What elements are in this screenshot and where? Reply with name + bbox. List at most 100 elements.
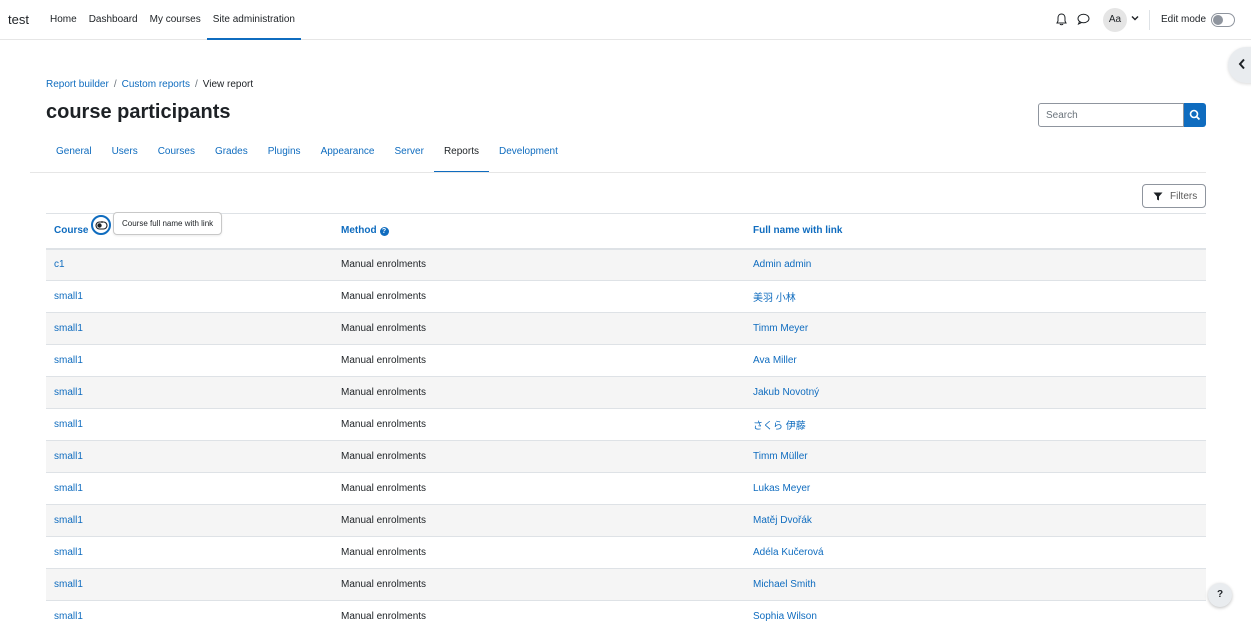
course-cell: small1 [46, 312, 333, 345]
fullname-cell: Lukas Meyer [745, 472, 1206, 505]
course-link[interactable]: small1 [54, 419, 83, 430]
tab-server[interactable]: Server [385, 132, 434, 173]
course-link[interactable]: small1 [54, 579, 83, 590]
user-avatar[interactable]: Aa [1103, 8, 1127, 32]
method-cell: Manual enrolments [333, 248, 745, 281]
top-navbar: test Home Dashboard My courses Site admi… [0, 0, 1251, 40]
column-header-course[interactable]: Course Course full name with link [46, 212, 333, 250]
tab-development[interactable]: Development [489, 132, 568, 173]
method-cell: Manual enrolments [333, 408, 745, 441]
table-row: c1 Manual enrolments Admin admin [46, 248, 1206, 281]
open-block-drawer-button[interactable] [1228, 47, 1251, 83]
filter-funnel-icon [1153, 192, 1163, 201]
user-fullname-link[interactable]: Matěj Dvořák [753, 515, 812, 526]
method-cell: Manual enrolments [333, 376, 745, 409]
fullname-cell: 美羽 小林 [745, 280, 1206, 313]
user-fullname-link[interactable]: Admin admin [753, 259, 811, 270]
user-fullname-link[interactable]: Sophia Wilson [753, 611, 817, 622]
help-button[interactable]: ? [1208, 583, 1232, 607]
course-cell: small1 [46, 536, 333, 569]
breadcrumb-report-builder[interactable]: Report builder [46, 79, 109, 90]
course-cell: small1 [46, 600, 333, 625]
tab-general[interactable]: General [46, 132, 102, 173]
tab-courses[interactable]: Courses [148, 132, 205, 173]
course-link[interactable]: small1 [54, 323, 83, 334]
course-link[interactable]: small1 [54, 451, 83, 462]
user-fullname-link[interactable]: Ava Miller [753, 355, 797, 366]
user-fullname-link[interactable]: 美羽 小林 [753, 293, 796, 304]
method-cell: Manual enrolments [333, 472, 745, 505]
column-toggle-icon[interactable] [91, 215, 111, 236]
fullname-cell: Ava Miller [745, 344, 1206, 377]
fullname-cell: Timm Müller [745, 440, 1206, 473]
user-menu-chevron-down-icon[interactable] [1131, 14, 1139, 25]
fullname-cell: Matěj Dvořák [745, 504, 1206, 537]
nav-dashboard[interactable]: Dashboard [83, 0, 144, 40]
course-link[interactable]: small1 [54, 355, 83, 366]
tab-appearance[interactable]: Appearance [311, 132, 385, 173]
primary-nav: Home Dashboard My courses Site administr… [44, 0, 301, 40]
course-link[interactable]: small1 [54, 483, 83, 494]
toggle-knob [1213, 15, 1223, 25]
table-row: small1 Manual enrolments 美羽 小林 [46, 280, 1206, 313]
course-header-tooltip: Course full name with link [113, 212, 223, 236]
method-cell: Manual enrolments [333, 568, 745, 601]
method-cell: Manual enrolments [333, 344, 745, 377]
site-name[interactable]: test [8, 12, 29, 27]
course-link[interactable]: small1 [54, 611, 83, 622]
course-link[interactable]: small1 [54, 291, 83, 302]
filters-button[interactable]: Filters [1142, 184, 1206, 208]
user-fullname-link[interactable]: さくら 伊藤 [753, 421, 806, 432]
table-row: small1 Manual enrolments Matěj Dvořák [46, 504, 1206, 537]
method-cell: Manual enrolments [333, 536, 745, 569]
course-cell: small1 [46, 504, 333, 537]
course-cell: small1 [46, 280, 333, 313]
user-fullname-link[interactable]: Adéla Kučerová [753, 547, 824, 558]
column-header-fullname[interactable]: Full name with link [745, 213, 1206, 250]
nav-site-administration[interactable]: Site administration [206, 0, 301, 40]
search-input[interactable] [1038, 103, 1184, 127]
help-icon[interactable]: ? [379, 227, 389, 237]
table-row: small1 Manual enrolments Timm Müller [46, 440, 1206, 473]
course-cell: small1 [46, 344, 333, 377]
fullname-cell: Sophia Wilson [745, 600, 1206, 625]
course-link[interactable]: small1 [54, 515, 83, 526]
fullname-header-label[interactable]: Full name with link [753, 225, 842, 236]
nav-home[interactable]: Home [44, 0, 83, 40]
table-row: small1 Manual enrolments Jakub Novotný [46, 376, 1206, 409]
search-button[interactable] [1184, 103, 1206, 127]
nav-my-courses[interactable]: My courses [144, 0, 207, 40]
tab-plugins[interactable]: Plugins [258, 132, 311, 173]
table-row: small1 Manual enrolments Michael Smith [46, 568, 1206, 601]
method-header-label[interactable]: Method [341, 225, 377, 236]
divider [30, 172, 1206, 173]
edit-mode-toggle[interactable] [1211, 13, 1235, 27]
breadcrumb: Report builder / Custom reports / View r… [46, 79, 253, 90]
method-cell: Manual enrolments [333, 504, 745, 537]
user-fullname-link[interactable]: Timm Meyer [753, 323, 808, 334]
breadcrumb-custom-reports[interactable]: Custom reports [122, 79, 190, 90]
user-fullname-link[interactable]: Jakub Novotný [753, 387, 819, 398]
notifications-bell-icon[interactable] [1056, 13, 1067, 29]
course-header-label[interactable]: Course [54, 225, 88, 236]
course-cell: small1 [46, 376, 333, 409]
messages-chat-icon[interactable] [1077, 13, 1090, 28]
search-icon [1189, 109, 1201, 121]
method-cell: Manual enrolments [333, 280, 745, 313]
tab-grades[interactable]: Grades [205, 132, 258, 173]
fullname-cell: さくら 伊藤 [745, 408, 1206, 441]
course-link[interactable]: small1 [54, 387, 83, 398]
course-link[interactable]: c1 [54, 259, 65, 270]
search-box [1038, 103, 1206, 127]
user-fullname-link[interactable]: Timm Müller [753, 451, 808, 462]
column-header-method[interactable]: Method? [333, 213, 745, 250]
user-fullname-link[interactable]: Michael Smith [753, 579, 816, 590]
course-link[interactable]: small1 [54, 547, 83, 558]
tab-reports[interactable]: Reports [433, 132, 489, 173]
tab-users[interactable]: Users [102, 132, 148, 173]
fullname-cell: Michael Smith [745, 568, 1206, 601]
breadcrumb-current: View report [202, 79, 254, 90]
user-fullname-link[interactable]: Lukas Meyer [753, 483, 810, 494]
course-cell: small1 [46, 472, 333, 505]
table-row: small1 Manual enrolments さくら 伊藤 [46, 408, 1206, 441]
